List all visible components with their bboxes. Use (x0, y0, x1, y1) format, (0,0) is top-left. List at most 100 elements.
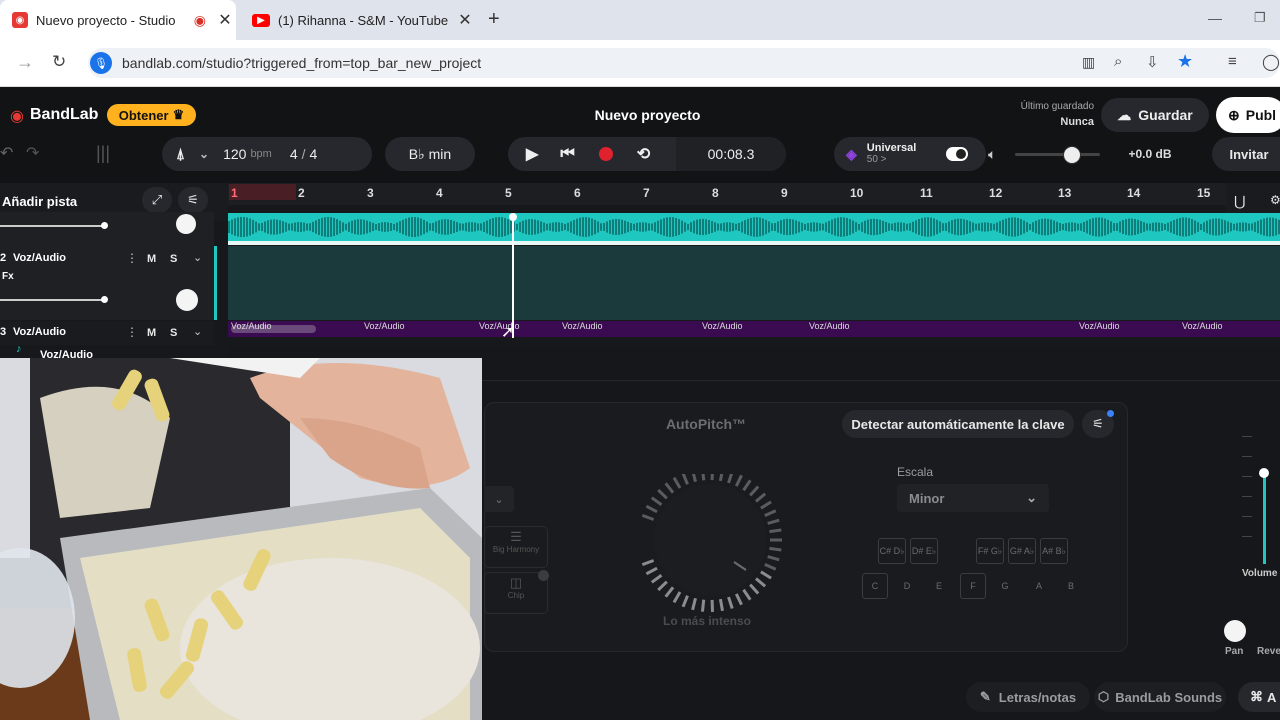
key-c-sharp[interactable]: C# D♭ (878, 538, 906, 564)
volume-knob[interactable] (1063, 146, 1081, 164)
reload-icon[interactable]: ↻ (52, 52, 66, 72)
time-signature-denominator[interactable]: 4 (310, 146, 318, 162)
profile-icon[interactable]: ◯ (1262, 52, 1280, 72)
new-tab-icon[interactable]: + (488, 8, 500, 31)
fx-button[interactable]: Fx (2, 271, 14, 282)
timeline-ruler[interactable] (228, 183, 1280, 205)
track-lane[interactable] (228, 246, 1280, 320)
redo-icon[interactable]: ↷ (26, 143, 39, 163)
monitor-toggle[interactable] (946, 147, 968, 161)
link-icon[interactable]: ⤢ (142, 187, 172, 213)
record-icon[interactable] (598, 147, 613, 161)
invite-button[interactable]: Invitar (1212, 137, 1280, 171)
metronome-icon[interactable]: ⍋ (176, 146, 185, 163)
tempo-value[interactable]: 120 (223, 146, 246, 162)
key-d[interactable]: D (894, 573, 920, 599)
instrument-sub: 50 > (866, 154, 887, 165)
key-button[interactable]: B♭ min (385, 137, 475, 171)
recording-icon: ◉ (193, 11, 206, 28)
scale-select[interactable]: Minor ⌄ (897, 484, 1049, 512)
key-g-sharp[interactable]: G# A♭ (1008, 538, 1036, 564)
time-signature-numerator[interactable]: 4 (290, 146, 298, 162)
publish-button[interactable]: ⊕ Publ (1216, 97, 1280, 133)
playhead[interactable] (512, 216, 514, 338)
lyrics-notes-button[interactable]: ✎ Letras/notas (966, 682, 1090, 712)
instrument-icon: ◈ (846, 145, 857, 162)
pan-knob[interactable] (1224, 620, 1246, 642)
install-icon[interactable]: ⇩ (1146, 53, 1159, 71)
mute-button[interactable]: M (147, 327, 156, 339)
close-icon[interactable]: ✕ (214, 10, 236, 30)
playhead-handle[interactable] (509, 213, 517, 221)
magnet-icon[interactable]: ⋃ (1234, 193, 1245, 210)
autopitch-dial[interactable] (636, 474, 788, 614)
forward-icon[interactable]: → (16, 52, 34, 73)
media-control-icon[interactable]: ≡ (1228, 53, 1237, 70)
skip-back-icon[interactable]: ⏮ (560, 145, 574, 163)
master-volume-slider[interactable] (1015, 153, 1100, 156)
chevron-down-icon[interactable]: ⌄ (199, 147, 209, 161)
piano-icon[interactable]: ||| (96, 143, 110, 164)
pan-knob[interactable] (176, 214, 196, 234)
auto-detect-key-button[interactable]: Detectar automáticamente la clave (842, 410, 1074, 438)
track-volume-slider[interactable] (0, 299, 105, 301)
project-title[interactable]: Nuevo proyecto (560, 107, 735, 123)
track-menu-icon[interactable]: ⋮ (126, 325, 138, 339)
shortcut-button[interactable]: ⌘ A (1238, 682, 1280, 712)
chevron-down-icon[interactable]: ⌄ (193, 251, 202, 264)
key-g[interactable]: G (992, 573, 1018, 599)
speaker-icon[interactable]: 🔈︎ (988, 146, 996, 163)
volume-fader-thumb[interactable] (1259, 468, 1269, 478)
track-volume-slider[interactable] (0, 225, 105, 227)
mute-button[interactable]: M (147, 253, 156, 265)
undo-icon[interactable]: ↶ (0, 143, 13, 163)
volume-fader-fill (1263, 474, 1266, 564)
solo-button[interactable]: S (170, 327, 177, 339)
chevron-down-icon[interactable]: ⌄ (484, 486, 514, 512)
effect-big-harmony[interactable]: ☰ Big Harmony (484, 526, 548, 568)
ruler-tick-3: 3 (367, 186, 374, 200)
loop-region[interactable] (229, 184, 296, 200)
bandlab-logo-icon: ◉ (10, 108, 24, 125)
obtener-label: Obtener (118, 107, 169, 123)
publish-label: Publ (1245, 107, 1277, 123)
reading-mode-icon[interactable]: ▥ (1082, 54, 1095, 71)
tempo-unit: bpm (250, 148, 272, 160)
pan-knob[interactable] (176, 289, 198, 311)
add-track-button[interactable]: Añadir pista (2, 194, 77, 209)
maximize-icon[interactable]: ❐ (1254, 10, 1266, 26)
key-f[interactable]: F (960, 573, 986, 599)
close-icon[interactable]: ✕ (454, 10, 476, 30)
key-f-sharp[interactable]: F# G♭ (976, 538, 1004, 564)
obtener-button[interactable]: Obtener ♛ (107, 104, 196, 126)
key-d-sharp[interactable]: D# E♭ (910, 538, 938, 564)
tab-studio[interactable]: ◉ Nuevo proyecto - Studio ◉ ✕ (0, 0, 236, 40)
tab-youtube[interactable]: ▶ (1) Rihanna - S&M - YouTube ✕ (240, 0, 476, 40)
loop-icon[interactable]: ⟲ (637, 144, 650, 164)
key-e[interactable]: E (926, 573, 952, 599)
slider-thumb[interactable] (101, 222, 108, 229)
bookmark-star-icon[interactable]: ★ (1177, 51, 1193, 72)
minimize-icon[interactable]: — (1208, 10, 1222, 26)
track-menu-icon[interactable]: ⋮ (126, 251, 138, 265)
settings-icon[interactable]: ⚙ (1270, 193, 1280, 207)
effect-label: Big Harmony (492, 545, 540, 554)
mixer-icon[interactable]: ⚟ (178, 187, 208, 213)
gain-readout: +0.0 dB (1128, 147, 1172, 161)
chevron-down-icon[interactable]: ⌄ (193, 325, 202, 338)
ruler-tick-6: 6 (574, 186, 581, 200)
audio-region-waveform[interactable] (228, 213, 1280, 245)
track-name[interactable]: Voz/Audio (13, 326, 66, 338)
zoom-icon[interactable]: ⌕ (1114, 53, 1122, 70)
save-button[interactable]: ☁ Guardar (1101, 98, 1209, 132)
key-b[interactable]: B (1058, 573, 1084, 599)
play-icon[interactable]: ▶ (526, 144, 538, 164)
solo-button[interactable]: S (170, 253, 177, 265)
key-a-sharp[interactable]: A# B♭ (1040, 538, 1068, 564)
key-a[interactable]: A (1026, 573, 1052, 599)
url-field[interactable]: 🎙 bandlab.com/studio?triggered_from=top_… (88, 48, 1280, 78)
key-c[interactable]: C (862, 573, 888, 599)
bandlab-sounds-button[interactable]: ⬡ BandLab Sounds (1094, 682, 1226, 712)
track-name[interactable]: Voz/Audio (13, 252, 66, 264)
slider-thumb[interactable] (101, 296, 108, 303)
